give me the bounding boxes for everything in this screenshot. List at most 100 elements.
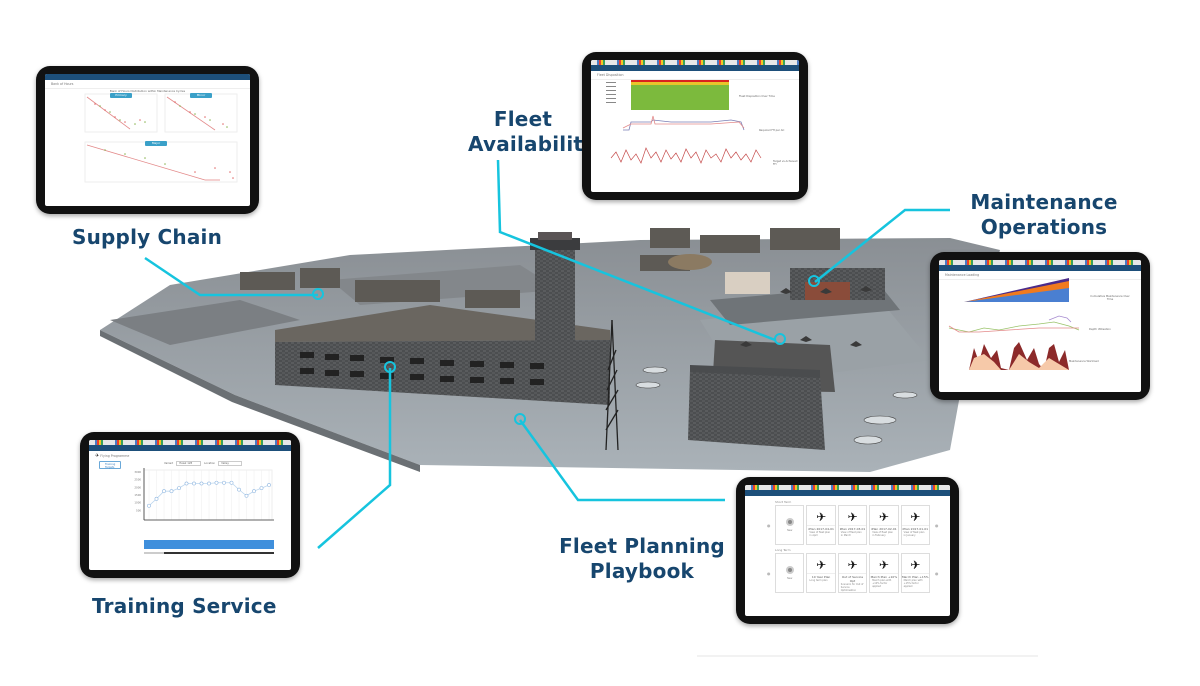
page-title: ✈ Flying Programme [89,451,291,461]
supply-chain-marker[interactable] [312,288,324,300]
y-tick-label: 2000 [134,485,141,489]
flying-programme-chart: 3000 2500 2000 1500 1000 500 [134,468,274,554]
data-point [214,480,219,485]
plan-name: Out of Service Opt [838,573,867,583]
training-tablet[interactable]: ✈ Flying Programme Training Targets Vari… [80,432,300,578]
plan-card[interactable]: ✈ Out of Service Opt Scenario for Out of… [837,553,868,593]
long-term-heading: Long Term [775,548,791,552]
aircraft-icon: ✈ [816,558,827,572]
plan-desc: March plan with +15% factor applied [903,579,923,588]
filters: Variant Hawk 128 Location Valley [164,461,242,466]
fleet-availability-tablet[interactable]: Fleet Disposition Fleet Disposition Over… [582,52,808,200]
training-screen: ✈ Flying Programme Training Targets Vari… [89,440,291,570]
supply-chain-screen: Bank of Hours Bank of Hours Distribution… [45,74,250,206]
aircraft-icon: ✈ [910,510,921,524]
maintenance-label-line1: Maintenance [970,190,1118,214]
data-point [222,480,226,485]
panel-primary-button[interactable]: Primary [110,93,132,98]
plan-card[interactable]: ✈ 10 Year Plan Long term plan [806,553,836,593]
variant-label: Variant [164,462,174,465]
next-arrow-long[interactable]: ● [935,571,939,576]
data-point [252,489,256,494]
new-plan-card[interactable]: New [775,553,805,593]
data-point [192,481,196,486]
prev-arrow-short[interactable]: ● [767,523,771,528]
location-label: Location [204,462,216,465]
fleet-availability-label-line2: Availability [468,132,597,156]
plan-card[interactable]: ✈ iPlan 2017-04-01 View of fleet plan in… [806,505,836,545]
playbook-screen: Short Term ● ● New ✈ iPlan 2017-04-01 Vi… [745,485,950,616]
plan-card[interactable]: ✈ March Plan +15% March plan with +15% f… [900,553,930,593]
fleet-planning-label-line1: Fleet Planning [559,534,725,558]
fleet-availability-marker[interactable] [774,333,786,345]
supply-chain-label: Supply Chain [72,225,223,249]
y-tick-label: 1000 [134,501,141,505]
gear-icon [785,566,794,574]
new-label: New [787,529,793,532]
data-point [147,503,151,508]
fleet-availability-label: Fleet Availability [468,107,597,157]
maintenance-screen: Maintenance Loading Cumulative Maintenan… [939,260,1141,392]
supply-chain-tablet[interactable]: Bank of Hours Bank of Hours Distribution… [36,66,259,214]
y-tick-label: 2500 [134,478,141,482]
section-maintenance-workload: Maintenance Workload [1069,360,1099,363]
data-table-strip [144,540,274,549]
fleet-availability-label-line1: Fleet [493,107,553,131]
training-marker[interactable] [384,361,396,373]
maintenance-marker[interactable] [808,275,820,287]
new-label: New [787,577,793,580]
plan-card[interactable]: ✈ iPlan 2017-02-01 View of fleet plan in… [869,505,899,545]
gear-icon [785,518,794,526]
maintenance-label-line2: Operations [980,215,1108,239]
plan-desc: March plan with +10% factor applied [872,579,892,588]
plan-card[interactable]: ✈ March Plan +10% March plan with +10% f… [869,553,899,593]
data-point [259,486,264,491]
fleet-planning-label: Fleet Planning Playbook [552,534,732,584]
long-term-grid: New ✈ 10 Year Plan Long term plan ✈ Out … [775,553,930,593]
plan-desc: View of fleet plan in March [840,531,862,537]
bank-of-hours-charts [84,93,238,183]
prev-arrow-long[interactable]: ● [767,571,771,576]
location-select[interactable]: Valley [218,461,242,466]
fleet-planning-marker[interactable] [514,413,526,425]
fleet-planning-label-line2: Playbook [589,559,695,583]
maintenance-tablet[interactable]: Maintenance Loading Cumulative Maintenan… [930,252,1150,400]
section-fleet-disposition: Fleet Disposition Over Time [739,95,775,98]
plan-desc: Long term plan [809,579,828,582]
data-point [177,486,181,491]
y-tick-label: 3000 [134,470,141,474]
plan-card[interactable]: ✈ iPlan 2017-01-01 View of fleet plan in… [900,505,930,545]
fleet-disposition-charts [606,80,762,164]
data-point [207,481,211,486]
panel-major-button[interactable]: Major [145,141,167,146]
plan-desc: View of fleet plan in February [872,531,893,537]
aircraft-icon: ✈ [878,558,889,572]
fleet-availability-screen: Fleet Disposition Fleet Disposition Over… [591,60,799,192]
y-tick-label: 500 [136,508,141,512]
next-arrow-short[interactable]: ● [935,523,939,528]
page-title: Bank of Hours [45,80,250,89]
section-required-fh: Required FH per AC [759,129,785,132]
data-point [199,481,204,486]
short-term-heading: Short Term [775,500,792,504]
aircraft-icon: ✈ [878,510,889,524]
playbook-tablet[interactable]: Short Term ● ● New ✈ iPlan 2017-04-01 Vi… [736,477,959,624]
data-point [184,481,189,486]
aircraft-icon: ✈ [95,453,100,459]
section-cumulative-maintenance: Cumulative Maintenance Over Time [1090,295,1130,301]
section-depth-utilisation: Depth Utilisation [1089,328,1111,331]
page-title-text: Flying Programme [100,454,130,458]
aircraft-icon: ✈ [847,510,858,524]
plan-desc: Scenario for Out of Service Optimisation [840,583,864,592]
variant-select[interactable]: Hawk 128 [176,461,202,466]
aircraft-icon: ✈ [847,558,858,572]
new-plan-card[interactable]: New [775,505,805,545]
data-point [154,496,159,501]
app-header [745,490,950,496]
minor-panel [164,93,238,133]
aircraft-icon: ✈ [816,510,827,524]
panel-minor-button[interactable]: Minor [190,93,212,98]
scrollbar-thumb [144,552,164,554]
plan-card[interactable]: ✈ iPlan 2017-03-01 View of fleet plan in… [837,505,868,545]
data-point [162,489,166,494]
